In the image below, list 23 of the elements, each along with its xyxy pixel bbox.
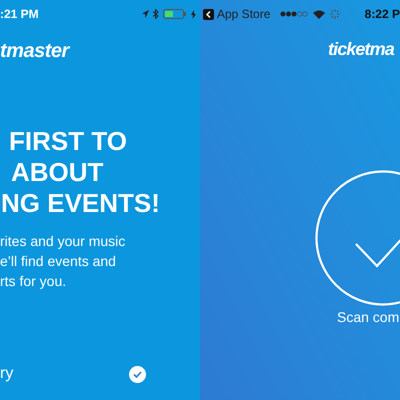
location-icon xyxy=(142,10,149,18)
check-icon xyxy=(133,370,142,378)
logo: tmaster xyxy=(0,39,69,64)
status-time: :21 PM xyxy=(0,6,39,23)
battery-icon xyxy=(163,9,187,19)
back-button[interactable]: App Store xyxy=(203,5,270,23)
headline-line: ABOUT xyxy=(11,157,104,188)
spinner-icon xyxy=(330,9,340,19)
body-text: rites and your music xyxy=(0,232,126,251)
status-message: Scan com xyxy=(337,308,400,327)
bluetooth-icon xyxy=(153,9,159,19)
signal-icon xyxy=(280,11,308,17)
body-text: rts for you. xyxy=(0,272,66,291)
wifi-icon xyxy=(313,10,326,18)
headline-line: NG EVENTS! xyxy=(1,188,160,219)
body-text: e’ll find events and xyxy=(0,252,116,271)
checkbox[interactable] xyxy=(129,366,146,382)
back-icon xyxy=(203,8,214,20)
status-time: 8:22 P xyxy=(364,6,400,23)
option-label: ry xyxy=(0,364,14,384)
logo: ticketma xyxy=(328,38,394,61)
headline-line: FIRST TO xyxy=(9,126,127,157)
charging-icon xyxy=(191,10,196,18)
